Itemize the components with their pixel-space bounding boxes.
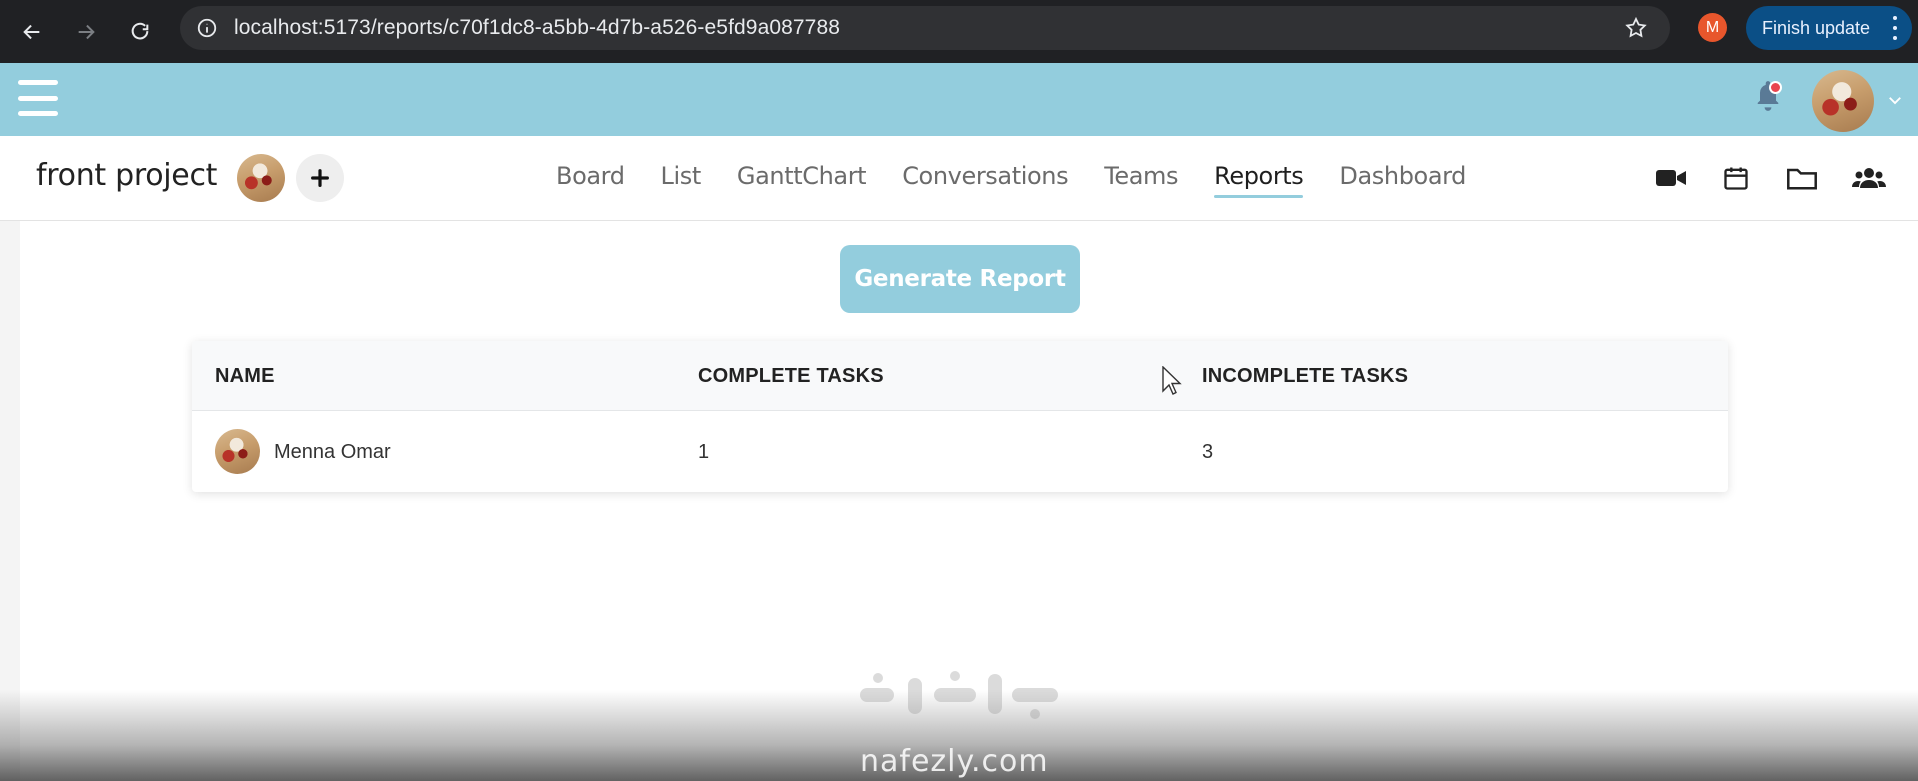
finish-update-label: Finish update: [1762, 17, 1871, 38]
tab-list[interactable]: List: [661, 162, 702, 198]
folder-icon[interactable]: [1786, 164, 1818, 192]
tab-teams[interactable]: Teams: [1104, 162, 1178, 198]
plus-icon: [311, 169, 329, 187]
back-button[interactable]: [10, 10, 54, 54]
bookmark-star-icon[interactable]: [1624, 16, 1648, 40]
tab-reports[interactable]: Reports: [1214, 162, 1304, 198]
address-bar[interactable]: localhost:5173/reports/c70f1dc8-a5bb-4d7…: [180, 6, 1670, 50]
incomplete-tasks-count: 3: [1202, 441, 1214, 463]
column-header-incomplete-tasks: INCOMPLETE TASKS: [1202, 365, 1409, 387]
browser-toolbar: localhost:5173/reports/c70f1dc8-a5bb-4d7…: [0, 0, 1918, 63]
video-camera-icon[interactable]: [1655, 164, 1687, 192]
chevron-down-icon[interactable]: [1886, 91, 1904, 109]
reload-button[interactable]: [118, 10, 162, 54]
app-header: [0, 63, 1918, 136]
table-header: NAME COMPLETE TASKS INCOMPLETE TASKS: [192, 341, 1728, 411]
watermark-text: nafezly.com: [860, 744, 1049, 779]
member-name: Menna Omar: [274, 441, 391, 463]
browser-profile-avatar[interactable]: M: [1698, 13, 1727, 42]
info-icon[interactable]: [196, 17, 218, 39]
table-row: Menna Omar 1 3: [192, 411, 1728, 492]
column-header-complete-tasks: COMPLETE TASKS: [698, 365, 884, 387]
report-table: NAME COMPLETE TASKS INCOMPLETE TASKS Men…: [192, 341, 1728, 492]
arrow-right-icon: [78, 24, 95, 39]
arrow-left-icon: [23, 24, 40, 39]
project-nav: front project Board List GanttChart Conv…: [0, 136, 1918, 221]
project-tabs: Board List GanttChart Conversations Team…: [556, 162, 1466, 198]
tab-conversations[interactable]: Conversations: [902, 162, 1068, 198]
tab-board[interactable]: Board: [556, 162, 625, 198]
tab-dashboard[interactable]: Dashboard: [1339, 162, 1466, 198]
member-avatar[interactable]: [237, 154, 285, 202]
tab-ganttchart[interactable]: GanttChart: [737, 162, 867, 198]
row-avatar: [215, 429, 260, 474]
hamburger-menu-icon[interactable]: [18, 80, 58, 116]
add-member-button[interactable]: [296, 154, 344, 202]
calendar-icon[interactable]: [1722, 164, 1750, 192]
reload-icon: [131, 22, 149, 39]
users-icon[interactable]: [1852, 164, 1886, 192]
project-title: front project: [36, 158, 218, 193]
forward-button[interactable]: [64, 10, 108, 54]
generate-report-button[interactable]: Generate Report: [840, 245, 1080, 313]
mouse-cursor-icon: [1162, 366, 1182, 395]
column-header-name: NAME: [215, 365, 275, 387]
complete-tasks-count: 1: [698, 441, 710, 463]
user-avatar[interactable]: [1812, 70, 1874, 132]
finish-update-button[interactable]: Finish update: [1746, 6, 1912, 50]
url-text: localhost:5173/reports/c70f1dc8-a5bb-4d7…: [234, 16, 841, 39]
notification-dot: [1769, 81, 1782, 94]
nafezly-logo-icon: [860, 671, 1058, 719]
kebab-menu-icon[interactable]: [1892, 16, 1898, 40]
